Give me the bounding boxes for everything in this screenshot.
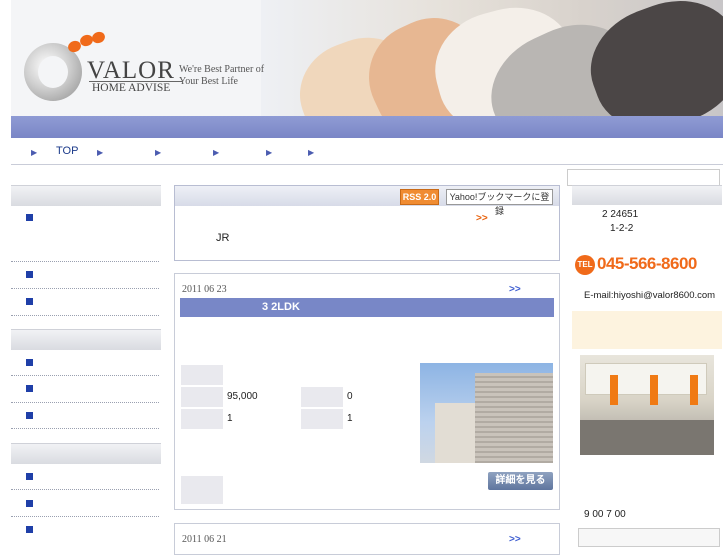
spec-label-cell: [181, 365, 223, 385]
spec-value: 1: [347, 413, 353, 424]
listing-title-text: 3 2LDK: [262, 301, 300, 313]
spec-label-cell: [301, 409, 343, 429]
listing-date: 2011 06 23: [182, 284, 227, 295]
triangle-right-icon: ▶: [97, 148, 104, 157]
listing-card: 2011 06 23 >> 3 2LDK 95,000 0 1 1 詳細を見る: [174, 273, 560, 510]
listing-date: 2011 06 21: [182, 534, 227, 545]
triangle-right-icon: ▶: [31, 148, 38, 157]
view-details-button[interactable]: 詳細を見る: [488, 472, 553, 490]
square-bullet-icon: [26, 412, 33, 419]
site-header: VALOR HOME ADVISE We're Best Partner of …: [11, 0, 723, 138]
global-nav: ▶ TOP ▶ ▶ ▶ ▶ ▶: [11, 140, 723, 164]
listing-more-link[interactable]: >>: [509, 534, 521, 545]
nav-divider: [11, 164, 723, 165]
square-bullet-icon: [26, 271, 33, 278]
square-bullet-icon: [26, 214, 33, 221]
menu-divider: [11, 315, 159, 316]
spec-label-cell: [181, 409, 223, 429]
sidebar-notice-area: [572, 311, 722, 349]
nav-item-6[interactable]: [318, 145, 348, 159]
square-bullet-icon: [26, 298, 33, 305]
yahoo-bookmark-button[interactable]: Yahoo!ブックマークに登録: [446, 189, 553, 216]
nav-item-2[interactable]: [107, 145, 147, 159]
square-bullet-icon: [26, 473, 33, 480]
notice-text: JR: [216, 232, 230, 244]
tagline-line1: We're Best Partner of: [179, 64, 265, 75]
right-sidebar-header: [572, 185, 722, 205]
menu-divider: [11, 288, 159, 289]
left-menu-header-2: [11, 329, 161, 350]
nav-side-box: [567, 169, 720, 186]
address-line1: 2 24651: [602, 209, 639, 220]
square-bullet-icon: [26, 385, 33, 392]
notice-box: RSS 2.0 Yahoo!ブックマークに登録 >> JR: [174, 185, 560, 261]
spec-label-cell: [181, 476, 223, 504]
menu-divider: [11, 516, 159, 517]
tel-number[interactable]: 045-566-8600: [597, 254, 697, 274]
nav-item-4[interactable]: [223, 145, 263, 159]
notice-more-link[interactable]: >>: [476, 213, 488, 224]
email-link[interactable]: E-mail:hiyoshi@valor8600.com: [584, 290, 715, 301]
header-photo: [261, 0, 723, 116]
nav-item-top[interactable]: TOP: [56, 145, 78, 159]
property-photo[interactable]: [420, 363, 553, 463]
tel-icon: TEL: [575, 255, 595, 275]
sidebar-banner[interactable]: [578, 528, 720, 547]
spec-label-cell: [181, 387, 223, 407]
logo-subtitle: HOME ADVISE: [92, 82, 171, 94]
tagline: We're Best Partner of Your Best Life: [179, 64, 264, 88]
square-bullet-icon: [26, 500, 33, 507]
left-menu-header-1: [11, 185, 161, 206]
tel-block: TEL 045-566-8600: [575, 254, 720, 276]
menu-divider: [11, 375, 159, 376]
menu-divider: [11, 428, 159, 429]
menu-divider: [11, 261, 159, 262]
triangle-right-icon: ▶: [155, 148, 162, 157]
square-bullet-icon: [26, 359, 33, 366]
left-menu-header-3: [11, 443, 161, 464]
listing-more-link[interactable]: >>: [509, 284, 521, 295]
spec-value: 1: [227, 413, 233, 424]
rent-value: 95,000: [227, 391, 258, 402]
notice-header: RSS 2.0 Yahoo!ブックマークに登録: [175, 186, 559, 216]
rss-button[interactable]: RSS 2.0: [400, 189, 439, 205]
triangle-right-icon: ▶: [308, 148, 315, 157]
deposit-value: 0: [347, 391, 353, 402]
listing-card: 2011 06 21 >>: [174, 523, 560, 555]
listing-title[interactable]: 3 2LDK: [180, 298, 554, 317]
nav-item-5[interactable]: [276, 145, 306, 159]
menu-divider: [11, 402, 159, 403]
nav-item-3[interactable]: [165, 145, 205, 159]
spec-label-cell: [301, 387, 343, 407]
office-photo: [580, 355, 714, 455]
triangle-right-icon: ▶: [213, 148, 220, 157]
menu-divider: [11, 489, 159, 490]
business-hours: 9 00 7 00: [584, 509, 626, 520]
address-line2: 1-2-2: [610, 223, 634, 234]
tagline-line2: Your Best Life: [179, 76, 238, 87]
square-bullet-icon: [26, 526, 33, 533]
triangle-right-icon: ▶: [266, 148, 273, 157]
header-band: [11, 116, 723, 138]
